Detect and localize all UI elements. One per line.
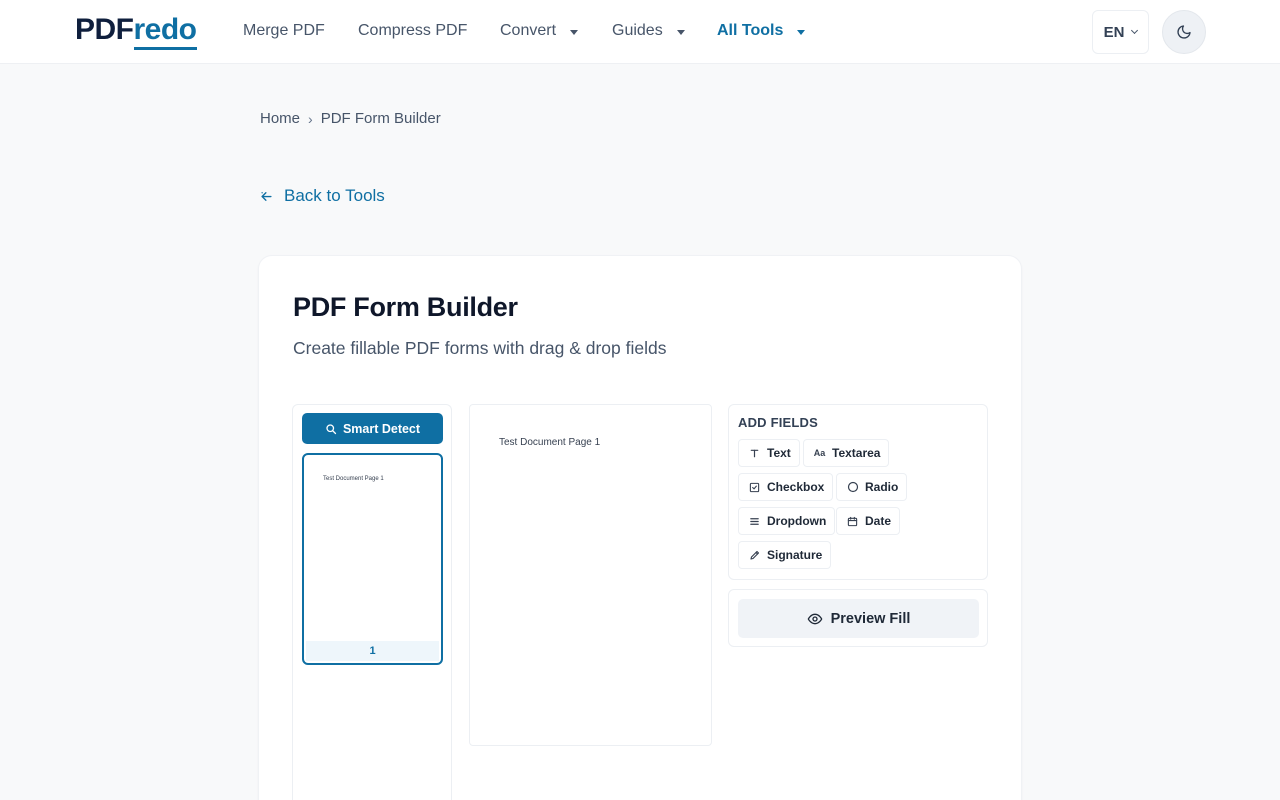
- document-page-text: Test Document Page 1: [499, 437, 601, 448]
- logo[interactable]: PDFredo: [75, 12, 197, 50]
- back-to-tools-link[interactable]: Back to Tools: [259, 186, 385, 206]
- text-field-icon: [748, 447, 761, 460]
- radio-field-icon: [846, 481, 859, 494]
- nav-convert-dropdown[interactable]: Convert: [500, 20, 579, 42]
- thumbnail-page-number: 1: [306, 641, 439, 661]
- add-signature-field-button[interactable]: Signature: [738, 541, 832, 569]
- arrow-left-icon: [261, 191, 272, 201]
- add-checkbox-field-button[interactable]: Checkbox: [738, 473, 834, 501]
- preview-fill-button[interactable]: Preview Fill: [738, 599, 979, 638]
- calendar-icon: [846, 515, 859, 528]
- field-label-signature: Signature: [767, 548, 823, 562]
- search-icon: [326, 423, 337, 434]
- smart-detect-label: Smart Detect: [342, 421, 421, 436]
- logo-text-redo: redo: [133, 13, 197, 50]
- breadcrumb-home[interactable]: Home: [260, 110, 300, 127]
- add-text-field-button[interactable]: Text: [738, 439, 800, 467]
- top-navbar: PDFredo Merge PDF Compress PDF Convert G…: [0, 0, 1280, 64]
- add-fields-title: ADD FIELDS: [738, 415, 818, 430]
- field-label-textarea: Textarea: [832, 446, 881, 460]
- preview-fill-label: Preview Fill: [830, 610, 911, 627]
- nav-guides-label: Guides: [612, 22, 663, 39]
- field-label-text: Text: [767, 446, 791, 460]
- nav-compress-pdf-label: Compress PDF: [358, 22, 468, 39]
- breadcrumb: Home › PDF Form Builder: [260, 110, 441, 127]
- nav-all-tools-label: All Tools: [717, 22, 784, 39]
- nav-merge-pdf-label: Merge PDF: [243, 22, 325, 39]
- smart-detect-button[interactable]: Smart Detect: [302, 413, 443, 444]
- page-thumbnail[interactable]: Test Document Page 1 1: [302, 453, 443, 665]
- page-subtitle: Create fillable PDF forms with drag & dr…: [293, 338, 667, 358]
- caret-down-icon: [797, 29, 806, 35]
- add-fields-panel: ADD FIELDS Text Aa Textarea Checkbox Rad…: [728, 404, 988, 580]
- caret-down-icon: [676, 29, 685, 35]
- field-label-date: Date: [865, 514, 892, 528]
- nav-compress-pdf[interactable]: Compress PDF: [358, 20, 467, 42]
- field-label-checkbox: Checkbox: [767, 480, 825, 494]
- add-dropdown-field-button[interactable]: Dropdown: [738, 507, 836, 535]
- document-canvas[interactable]: Test Document Page 1: [469, 404, 712, 746]
- textarea-field-icon: Aa: [813, 448, 826, 458]
- breadcrumb-current: PDF Form Builder: [320, 110, 441, 127]
- logo-text-pdf: PDF: [75, 13, 134, 46]
- add-radio-field-button[interactable]: Radio: [836, 473, 908, 501]
- field-label-dropdown: Dropdown: [767, 514, 827, 528]
- caret-down-icon: [570, 29, 579, 35]
- breadcrumb-separator: ›: [308, 110, 313, 127]
- checkbox-field-icon: [748, 481, 761, 494]
- chevron-down-icon: [1131, 26, 1139, 35]
- nav-merge-pdf[interactable]: Merge PDF: [243, 20, 325, 42]
- language-selector[interactable]: EN: [1092, 10, 1149, 54]
- moon-icon: [1177, 25, 1191, 39]
- page-title: PDF Form Builder: [293, 292, 518, 322]
- nav-convert-label: Convert: [500, 22, 557, 39]
- preview-panel: Preview Fill: [728, 589, 988, 647]
- eye-icon: [807, 613, 822, 624]
- nav-all-tools-dropdown[interactable]: All Tools: [717, 20, 806, 42]
- add-date-field-button[interactable]: Date: [836, 507, 901, 535]
- theme-toggle-button[interactable]: [1162, 10, 1206, 54]
- field-label-radio: Radio: [865, 480, 899, 494]
- back-to-tools-label: Back to Tools: [284, 186, 385, 205]
- language-label: EN: [1103, 23, 1125, 41]
- add-textarea-field-button[interactable]: Aa Textarea: [803, 439, 890, 467]
- pen-icon: [748, 549, 761, 562]
- thumbnail-text: Test Document Page 1: [323, 476, 384, 482]
- dropdown-field-icon: [748, 515, 761, 528]
- nav-guides-dropdown[interactable]: Guides: [612, 20, 685, 42]
